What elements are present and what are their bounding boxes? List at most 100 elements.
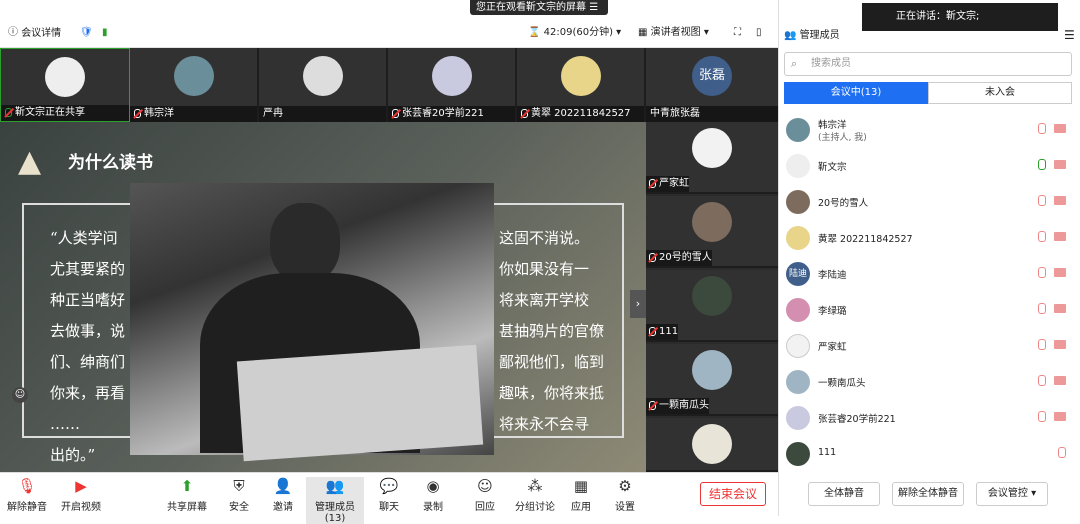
member-row[interactable]: 一颗南瓜头 — [784, 364, 1076, 400]
breakout-icon: ⁂ — [527, 477, 543, 495]
video-tile[interactable]: 靳文宗正在共享 — [0, 48, 130, 122]
mic-muted-icon[interactable] — [1038, 375, 1046, 386]
watching-banner: 您正在观看靳文宗的屏幕 ☰ — [470, 0, 608, 15]
menu-icon[interactable]: ☰ — [589, 2, 598, 13]
slide-title: 为什么读书 — [68, 153, 153, 173]
mic-muted-icon — [649, 326, 656, 336]
avatar — [560, 56, 601, 96]
mic-icon[interactable] — [1038, 159, 1046, 170]
panel-toggle-icon[interactable]: ▯ — [756, 26, 762, 40]
mic-muted-icon[interactable] — [1038, 339, 1046, 350]
video-tile[interactable]: 严冉 — [259, 48, 388, 122]
member-row[interactable]: 黄翠 202211842527 — [784, 220, 1076, 256]
video-strip: 靳文宗正在共享 韩宗洋 严冉 张芸睿20学前221 黄翠 20221184252… — [0, 48, 780, 122]
video-tile[interactable]: 黄翠 202211842527 — [517, 48, 646, 122]
member-row[interactable]: 靳文宗 — [784, 148, 1076, 184]
unmute-all-button[interactable]: 解除全体静音 — [892, 482, 964, 506]
shield-icon[interactable]: 🛡 — [80, 26, 93, 40]
view-mode-button[interactable]: ▦ 演讲者视图 ▾ — [638, 26, 709, 40]
member-row[interactable]: 韩宗洋 (主持人, 我) — [784, 112, 1076, 148]
chat-button[interactable]: 💬 聊天 — [364, 477, 414, 513]
apps-button[interactable]: ▦ 应用 — [556, 477, 606, 513]
reactions-button[interactable]: ☺ 回应 — [460, 477, 510, 513]
mic-muted-icon — [134, 108, 141, 118]
share-screen-button[interactable]: ⬆ 共享屏幕 — [162, 477, 212, 513]
avatar — [786, 190, 810, 214]
camera-off-icon[interactable] — [1054, 412, 1066, 421]
right-video-column: 严家虹 20号的雪人 111 一颗南瓜头 — [646, 122, 778, 472]
search-input[interactable]: 搜索成员 — [784, 52, 1072, 76]
member-row[interactable]: 严家虹 — [784, 328, 1076, 364]
video-tile[interactable]: 严家虹 — [646, 122, 778, 194]
avatar — [786, 154, 810, 178]
mic-muted-icon[interactable] — [1038, 267, 1046, 278]
avatar — [431, 56, 472, 96]
video-tile[interactable] — [646, 418, 778, 472]
avatar — [786, 334, 810, 358]
mic-muted-icon — [392, 108, 399, 118]
chat-icon: 💬 — [379, 477, 399, 495]
avatar — [692, 202, 732, 242]
mic-muted-icon — [649, 252, 656, 262]
security-button[interactable]: ⛨ 安全 — [214, 477, 264, 513]
meeting-controls-button[interactable]: 会议管控 ▾ — [976, 482, 1048, 506]
camera-off-icon[interactable] — [1054, 196, 1066, 205]
members-button[interactable]: 👥 管理成员(13) — [306, 477, 364, 524]
mute-all-button[interactable]: 全体静音 — [808, 482, 880, 506]
camera-off-icon[interactable] — [1054, 232, 1066, 241]
member-row[interactable]: 20号的雪人 — [784, 184, 1076, 220]
avatar — [786, 370, 810, 394]
mic-muted-icon — [649, 400, 656, 410]
mic-muted-icon[interactable] — [1038, 411, 1046, 422]
member-row[interactable]: 111 — [784, 436, 1076, 472]
camera-off-icon[interactable] — [1054, 304, 1066, 313]
share-icon: ⬆ — [180, 477, 194, 495]
video-tile[interactable]: 张磊 中青旅张磊 — [646, 48, 780, 122]
info-icon: ⓘ — [8, 27, 18, 38]
invite-button[interactable]: 👤 邀请 — [258, 477, 308, 513]
avatar — [786, 226, 810, 250]
video-tile[interactable]: 111 — [646, 270, 778, 342]
camera-off-icon[interactable] — [1054, 160, 1066, 169]
video-tile[interactable]: 20号的雪人 — [646, 196, 778, 268]
invite-icon: 👤 — [273, 477, 293, 495]
panel-title: 👥 管理成员 — [784, 30, 840, 41]
member-row[interactable]: 陆迪 李陆迪 — [784, 256, 1076, 292]
video-tile[interactable]: 张芸睿20学前221 — [388, 48, 517, 122]
breakout-button[interactable]: ⁂ 分组讨论 — [510, 477, 560, 513]
next-page-icon[interactable]: › — [630, 290, 646, 318]
camera-off-icon[interactable] — [1054, 376, 1066, 385]
tab-in-meeting[interactable]: 会议中(13) — [784, 82, 928, 104]
record-button[interactable]: ◉ 录制 — [408, 477, 458, 513]
poem-left: “人类学问 尤其要紧的 种正当嗜好 去做事，说 们、绅商们 你来，再看…… 出的。” — [50, 229, 126, 464]
mic-muted-icon[interactable] — [1058, 447, 1066, 458]
unmute-button[interactable]: 🎙 解除静音 — [2, 477, 52, 513]
mic-icon — [5, 107, 12, 117]
members-icon: 👥 — [325, 477, 345, 495]
meeting-details-button[interactable]: ⓘ 会议详情 — [8, 26, 61, 41]
video-tile[interactable]: 一颗南瓜头 — [646, 344, 778, 416]
end-meeting-button[interactable]: 结束会议 — [700, 482, 766, 506]
member-row[interactable]: 李绿璐 — [784, 292, 1076, 328]
slide-photo — [130, 183, 494, 462]
mic-muted-icon[interactable] — [1038, 303, 1046, 314]
member-row[interactable]: 张芸睿20学前221 — [784, 400, 1076, 436]
avatar — [692, 276, 732, 316]
apps-icon: ▦ — [573, 477, 589, 495]
camera-off-icon[interactable] — [1054, 340, 1066, 349]
mic-muted-icon[interactable] — [1038, 123, 1046, 134]
camera-off-icon[interactable] — [1054, 268, 1066, 277]
start-video-button[interactable]: ▶ 开启视频 — [56, 477, 106, 513]
mic-muted-icon[interactable] — [1038, 231, 1046, 242]
video-tile[interactable]: 韩宗洋 — [130, 48, 259, 122]
camera-off-icon[interactable] — [1054, 124, 1066, 133]
fullscreen-icon[interactable]: ⛶ — [734, 26, 741, 40]
reaction-icon[interactable]: ☺ — [12, 387, 28, 403]
logo-icon: ▲ — [18, 144, 42, 179]
search-icon: ⌕ — [791, 57, 798, 70]
panel-menu-icon[interactable]: ☰ — [1064, 28, 1075, 42]
mic-muted-icon[interactable] — [1038, 195, 1046, 206]
tab-not-joined[interactable]: 未入会 — [928, 82, 1072, 104]
settings-button[interactable]: ⚙ 设置 — [600, 477, 650, 513]
timer[interactable]: ⌛ 42:09(60分钟) ▾ — [528, 26, 621, 40]
